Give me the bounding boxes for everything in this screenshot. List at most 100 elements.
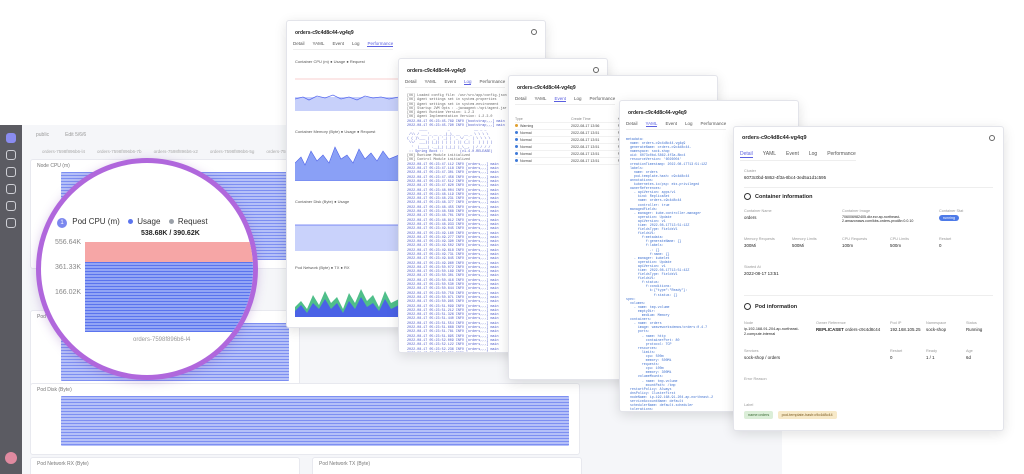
event-type-dot-icon (515, 124, 518, 127)
panel-title: orders-c9c4d8c44-vg4q9 (628, 110, 687, 116)
detail-panel: orders-c9c4d8c44-vg4q9 Detail YAML Event… (733, 126, 1004, 431)
event-type-text: Normal (520, 131, 532, 135)
owner-name[interactable]: orders-c9c4d8c44 (845, 327, 880, 332)
panel-tabs: Detail YAML Event Log Performance (515, 96, 616, 105)
field-value: 6d (966, 355, 971, 360)
field-label: Error Reason (744, 377, 767, 381)
restart-field: Restart 0 (939, 237, 951, 248)
tab-performance[interactable]: Performance (589, 96, 615, 102)
chart-title: 1 Pod CPU (m) Usage Request (57, 217, 208, 228)
x-axis-label: orders-7598f896b6-l4 (133, 337, 191, 343)
monitor-icon[interactable] (6, 184, 16, 194)
event-time-cell: 2022-08-17 13:51 (571, 131, 600, 135)
pod-name[interactable]: orders-7598f896b6-x2 (154, 149, 198, 154)
field-value[interactable]: sock-shop / orders (744, 355, 780, 360)
tab-log[interactable]: Log (352, 41, 360, 47)
help-icon[interactable] (6, 218, 16, 228)
pod-status-field: Status Running (966, 321, 982, 332)
field-label: Cluster (744, 169, 757, 173)
event-type-cell: Warning (515, 124, 571, 128)
cluster-icon[interactable] (6, 167, 16, 177)
tab-event[interactable]: Event (554, 96, 566, 102)
tab-event[interactable]: Event (665, 121, 677, 127)
field-value: 192.168.105.25 (890, 327, 921, 332)
field-label: Node (744, 321, 754, 325)
pod-name[interactable]: orders-7598f896b6-l4 (42, 149, 85, 154)
tab-yaml[interactable]: YAML (763, 151, 776, 158)
app-logo-icon[interactable] (6, 133, 16, 143)
event-type-text: Normal (520, 159, 532, 163)
side-rail (0, 125, 22, 474)
pod-name[interactable]: orders-7598f896b6-7b (97, 149, 142, 154)
tab-event[interactable]: Event (332, 41, 344, 47)
tab-detail[interactable]: Detail (740, 151, 753, 158)
zoom-magnifier: 1 Pod CPU (m) Usage Request 538.68K / 39… (36, 158, 258, 380)
tab-event[interactable]: Event (786, 151, 799, 158)
tab-yaml[interactable]: YAML (425, 79, 437, 85)
view-label[interactable]: Edit 5/6/6 (65, 132, 86, 138)
container-image-field: Container Image 706006982405.dkr.ecr.ap-… (842, 209, 934, 224)
cpu-limits-field: CPU Limits 500m (890, 237, 909, 248)
tab-yaml[interactable]: YAML (313, 41, 325, 47)
mini-chart-title: Container Memory (Byte) ● Usage ● Reques… (295, 129, 376, 134)
mini-chart-plot (295, 137, 399, 181)
age-field: Age 6d (966, 349, 973, 360)
event-type-dot-icon (515, 138, 518, 141)
tab-yaml[interactable]: YAML (645, 121, 658, 127)
field-value: 706006982405.dkr.ecr.ap-northeast-2.amaz… (842, 215, 914, 224)
tab-detail[interactable]: Detail (405, 79, 417, 85)
pod-name[interactable]: orders-7598f896b6-5g (210, 149, 255, 154)
help-icon[interactable] (593, 67, 599, 73)
tab-performance[interactable]: Performance (827, 151, 856, 158)
field-label: Owner Reference (816, 321, 846, 325)
network-area-svg (295, 289, 399, 317)
filter-dropdown[interactable]: public (36, 132, 49, 138)
chart-title-text: Pod CPU (m) (72, 217, 120, 226)
tab-detail[interactable]: Detail (515, 96, 527, 102)
field-label: Container Stat (939, 209, 964, 213)
mini-chart-title: Container Disk (Byte) ● Usage (295, 199, 350, 204)
pod-icon (744, 303, 751, 310)
labels-field: Label name:orders pod-template-hash:c9c4… (744, 403, 840, 419)
field-value: 6073c0bd-5862-4f3a-8bc4-3ed5a1d1c595 (744, 175, 827, 180)
network-mini-chart: Pod Network (Byte) ● TX ● RX (295, 265, 399, 317)
tab-event[interactable]: Event (444, 79, 456, 85)
field-label: Pod IP (890, 321, 902, 325)
tab-performance[interactable]: Performance (700, 121, 726, 127)
field-label: CPU Limits (890, 237, 909, 241)
disk-card: Pod Disk (Byte) (30, 383, 580, 455)
dashboard-icon[interactable] (6, 150, 16, 160)
field-label: Status (966, 321, 977, 325)
help-icon[interactable] (531, 29, 537, 35)
memory-mini-chart: Container Memory (Byte) ● Usage ● Reques… (295, 129, 399, 181)
card-title: Pod Disk (Byte) (37, 387, 72, 393)
mini-chart-title: Pod Network (Byte) ● TX ● RX (295, 265, 350, 270)
disk-mini-chart: Container Disk (Byte) ● Usage (295, 199, 399, 251)
tab-yaml[interactable]: YAML (535, 96, 547, 102)
tab-log[interactable]: Log (685, 121, 693, 127)
cpu-mini-chart: Container CPU (m) ● Usage ● Request (295, 59, 399, 111)
settings-icon[interactable] (6, 201, 16, 211)
tab-performance[interactable]: Performance (367, 41, 394, 47)
field-value: 0 (890, 355, 893, 360)
tab-log[interactable]: Log (574, 96, 582, 102)
tab-log[interactable]: Log (463, 79, 472, 85)
tab-detail[interactable]: Detail (626, 121, 638, 127)
user-avatar[interactable] (5, 452, 17, 464)
field-value: 500Mi (792, 243, 804, 248)
tab-performance[interactable]: Performance (479, 79, 505, 85)
owner-field: Owner Reference REPLICASET orders-c9c4d8… (816, 321, 888, 332)
field-label: Container Image (842, 209, 871, 213)
panel-title: orders-c9c4d8c44-vg4q9 (517, 85, 576, 91)
tab-log[interactable]: Log (809, 151, 817, 158)
field-value: 500m (890, 243, 901, 248)
column-header: Type (515, 117, 523, 121)
help-icon[interactable] (989, 135, 995, 141)
label-tag: pod-template-hash:c9c4d8c44 (777, 411, 837, 419)
field-label: Memory Requests (744, 237, 775, 241)
section-title: Container information (755, 193, 813, 200)
tab-detail[interactable]: Detail (293, 41, 305, 47)
container-section-header: Container information (744, 193, 812, 200)
mini-chart-title: Container CPU (m) ● Usage ● Request (295, 59, 365, 64)
field-label: Restart (890, 349, 903, 353)
